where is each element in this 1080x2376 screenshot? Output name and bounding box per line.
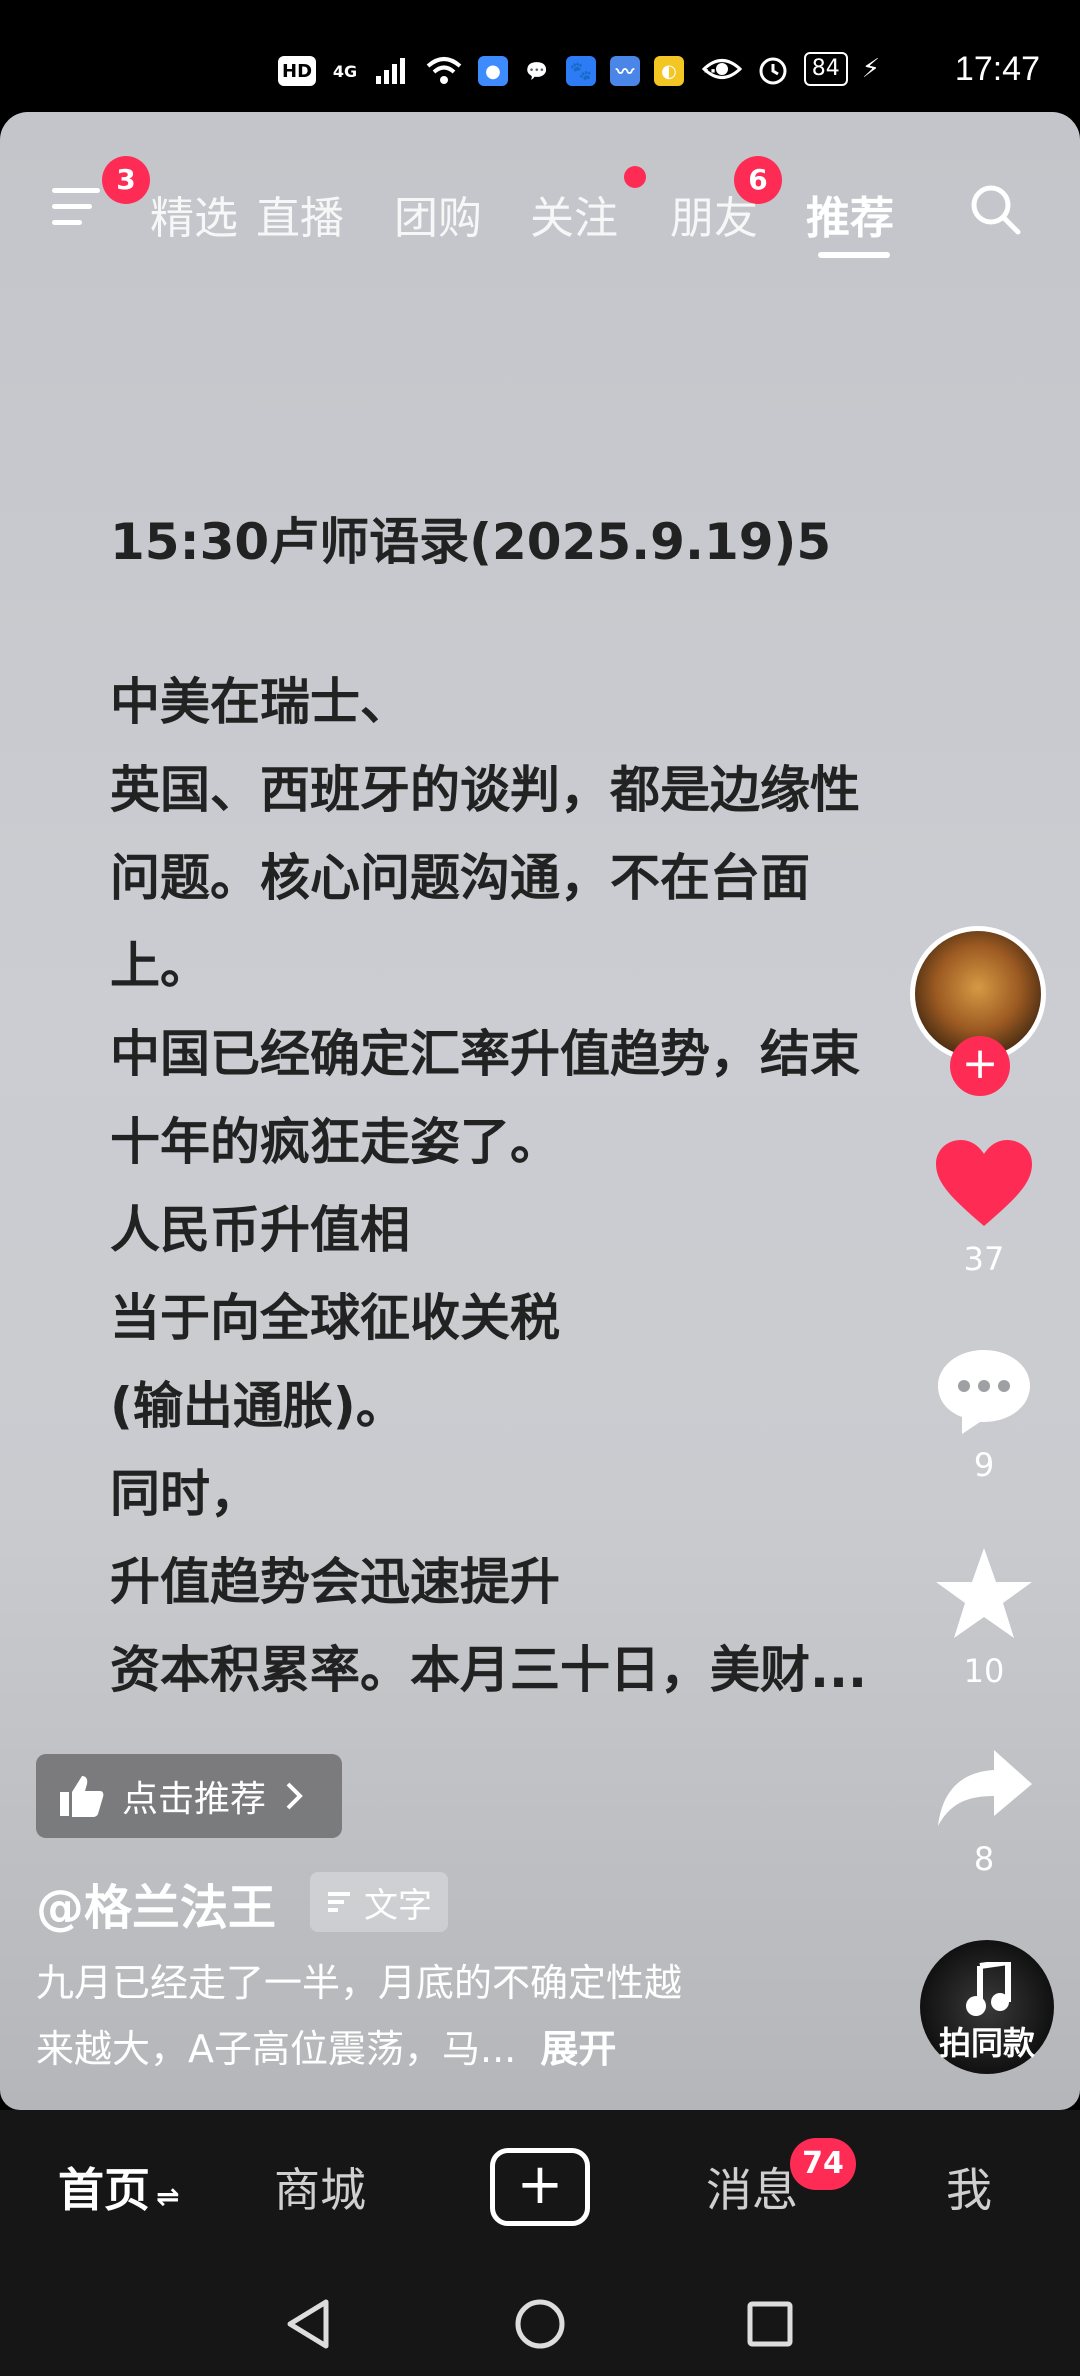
same-style-button[interactable]: 拍同款 [920,1940,1054,2074]
video-description: 九月已经走了一半，月底的不确定性越 来越大，A子高位震荡，马... 展开 [36,1950,856,2082]
nav-home-label: 首页 [58,2163,150,2217]
status-icons-right: 84 ⚡ [701,52,880,86]
tab-recommend[interactable]: 推荐 [806,182,894,246]
post-line: 中美在瑞士、 [110,673,410,731]
friends-badge: 6 [734,156,782,204]
back-icon[interactable] [284,2298,332,2350]
stock-notification-icon: 〰 [610,56,641,86]
heart-icon[interactable] [934,1138,1034,1230]
tab-live[interactable]: 直播 [256,182,344,246]
tab-featured[interactable]: 精选 [150,182,238,246]
system-nav-bar [0,2270,1080,2376]
eye-icon [701,59,742,79]
share-count: 8 [973,1840,995,1878]
post-line: (输出通胀)。 [110,1377,406,1435]
recents-square-icon[interactable] [746,2300,794,2348]
favorite-action[interactable]: 10 [924,1546,1044,1690]
tab-group-buy[interactable]: 团购 [394,182,482,246]
post-line: 上。 [110,937,210,995]
menu-icon[interactable] [52,188,100,228]
clock: 17:47 [954,50,1040,88]
share-icon[interactable] [934,1746,1034,1830]
nav-messages[interactable]: 消息 [706,2154,798,2220]
post-line: 英国、西班牙的谈判，都是边缘性 [110,761,860,819]
app-notification-icon: ● [478,56,509,86]
chevron-right-icon [286,1782,303,1810]
favorite-count: 10 [963,1652,1005,1690]
battery-level: 84 [803,52,848,86]
messages-badge: 74 [790,2138,856,2190]
switch-icon: ⇌ [156,2180,180,2213]
text-lines-icon [328,1892,350,1912]
description-line: 九月已经走了一半，月底的不确定性越 [36,1961,683,2005]
signal-icon [376,58,406,84]
chat-notification-icon: 💬 [525,60,549,82]
status-icons-left: HD 4G ● 💬 🐾 〰 ◐ ··· [278,56,728,86]
like-action[interactable]: 37 [924,1138,1044,1278]
description-line: 来越大，A子高位震荡，马... [36,2027,517,2071]
home-circle-icon[interactable] [514,2298,566,2350]
nav-home[interactable]: 首页 ⇌ [58,2154,179,2220]
baidu-notification-icon: 🐾 [566,56,597,86]
alarm-icon [759,57,787,85]
post-text: 15:30卢师语录(2025.9.19)5 中美在瑞士、 英国、西班牙的谈判，都… [110,502,970,1714]
content-type-label: 文字 [364,1885,432,1926]
search-icon[interactable] [968,182,1022,236]
top-tab-bar: 3 精选 直播 团购 关注 朋友 6 推荐 [0,142,1080,258]
post-line: 问题。核心问题沟通，不在台面 [110,849,810,907]
comment-icon[interactable] [934,1346,1034,1436]
charging-icon: ⚡ [861,54,880,84]
same-style-label: 拍同款 [938,2024,1035,2062]
network-type: 4G [332,61,358,81]
video-card[interactable]: 3 精选 直播 团购 关注 朋友 6 推荐 15:30卢师语录(2025.9.1… [0,112,1080,2110]
wifi-icon [426,57,462,84]
bottom-nav: 首页 ⇌ 商城 + 消息 74 我 [0,2110,1080,2270]
music-note-icon [966,1958,1011,2016]
post-line: 十年的疯狂走姿了。 [110,1113,560,1171]
post-line: 同时， [110,1465,260,1523]
post-title: 15:30卢师语录(2025.9.19)5 [110,513,832,571]
menu-badge: 3 [102,156,150,204]
post-line: 资本积累率。本月三十日，美财... [110,1641,867,1699]
author-name[interactable]: @格兰法王 [36,1868,276,1938]
comment-count: 9 [973,1446,995,1484]
browser-notification-icon: ◐ [654,56,685,86]
comment-action[interactable]: 9 [924,1346,1044,1484]
like-count: 37 [963,1240,1005,1278]
nav-me[interactable]: 我 [946,2154,992,2220]
share-action[interactable]: 8 [924,1746,1044,1878]
recommend-label: 点击推荐 [122,1779,267,1820]
thumbs-up-icon [60,1776,104,1817]
tab-following[interactable]: 关注 [530,182,618,246]
following-dot [624,166,646,188]
hd-indicator: HD [278,56,317,86]
post-line: 人民币升值相 [110,1201,410,1259]
status-bar: HD 4G ● 💬 🐾 〰 ◐ ··· 84 ⚡ 17:47 [0,0,1080,112]
follow-plus-icon[interactable]: + [950,1036,1010,1096]
expand-button[interactable]: 展开 [540,2027,616,2071]
create-button[interactable]: + [490,2148,590,2226]
post-line: 升值趋势会迅速提升 [110,1553,560,1611]
post-line: 当于向全球征收关税 [110,1289,560,1347]
nav-mall[interactable]: 商城 [274,2154,366,2220]
content-type-tag[interactable]: 文字 [310,1872,448,1932]
active-tab-indicator [818,252,890,258]
star-icon[interactable] [934,1546,1034,1642]
post-line: 中国已经确定汇率升值趋势，结束 [110,1025,860,1083]
recommend-button[interactable]: 点击推荐 [36,1754,342,1838]
